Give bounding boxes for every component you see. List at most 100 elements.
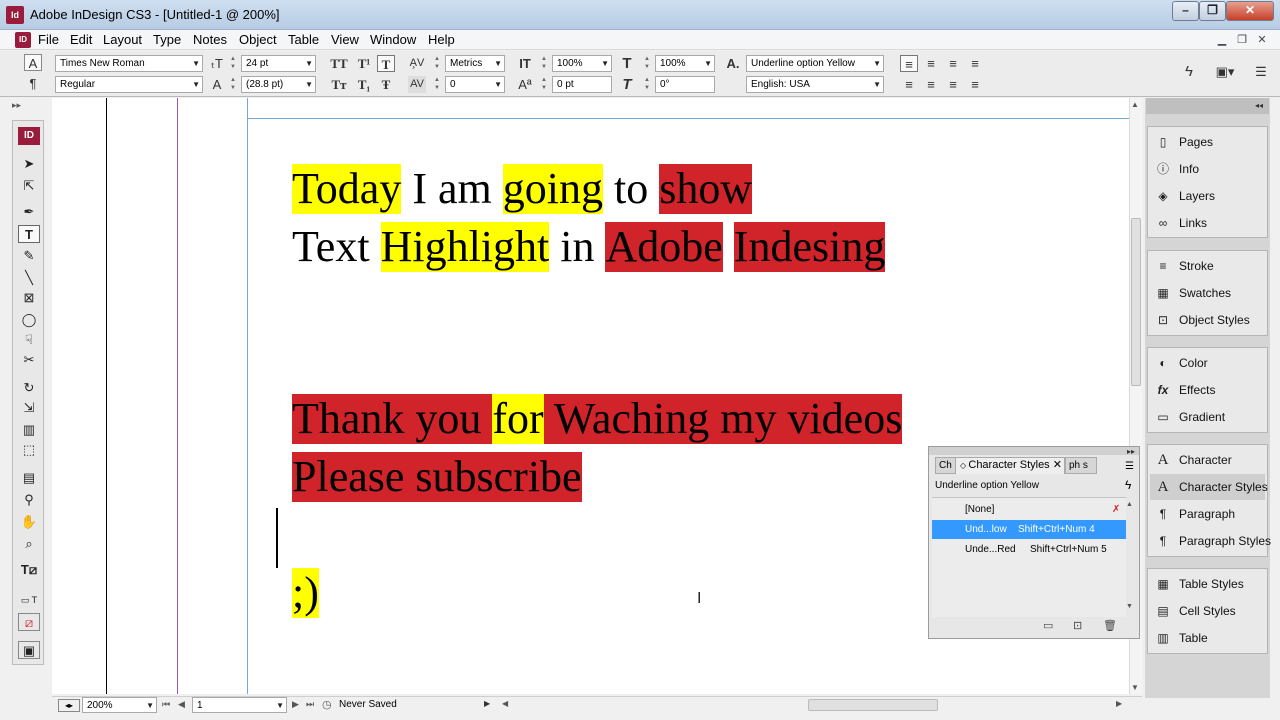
vertical-scale-field[interactable]: 100% ▼ xyxy=(552,55,612,72)
small-caps-icon[interactable]: Tт xyxy=(330,76,348,93)
justify-right-icon[interactable]: ≡ xyxy=(944,76,962,93)
scroll-left-icon[interactable]: ◀ xyxy=(502,699,508,708)
selection-tool-icon[interactable]: ➤ xyxy=(18,155,40,173)
gradient-tool-icon[interactable]: ▥ xyxy=(18,421,40,439)
menu-view[interactable]: View xyxy=(331,32,359,47)
underline-icon[interactable]: T xyxy=(377,55,395,72)
close-icon[interactable]: ✕ xyxy=(1226,1,1274,21)
new-group-icon[interactable]: ▭ xyxy=(1043,619,1053,632)
rotate-tool-icon[interactable]: ↻ xyxy=(18,379,40,397)
align-left-icon[interactable]: ≡ xyxy=(900,55,918,72)
panel-character-styles[interactable]: A Character Styles xyxy=(1150,474,1268,500)
horizontal-scale-field[interactable]: 100% ▼ xyxy=(655,55,715,72)
list-item-selected[interactable]: Und...low Shift+Ctrl+Num 4 xyxy=(932,520,1126,539)
previous-page-icon[interactable]: ◀ xyxy=(178,699,185,710)
doc-restore-icon[interactable]: ❐ xyxy=(1234,33,1250,47)
panel-paragraph[interactable]: ¶ Paragraph xyxy=(1150,501,1265,527)
page-field[interactable]: 1 ▼ xyxy=(192,697,287,713)
justify-all-icon[interactable]: ≡ xyxy=(966,76,984,93)
list-item[interactable]: Unde...Red Shift+Ctrl+Num 5 xyxy=(932,540,1126,559)
all-caps-icon[interactable]: TT xyxy=(330,55,348,72)
type-tool-icon[interactable]: T xyxy=(18,225,40,243)
panel-stroke[interactable]: ≡ Stroke xyxy=(1150,253,1265,279)
superscript-icon[interactable]: T¹ xyxy=(355,55,373,72)
fill-stroke-icon[interactable]: T⧄ xyxy=(18,561,40,579)
font-family-field[interactable]: Times New Roman ▼ xyxy=(55,55,203,72)
panel-table-styles[interactable]: ▦ Table Styles xyxy=(1150,571,1265,597)
line-tool-icon[interactable]: ╲ xyxy=(18,269,40,287)
panel-gradient[interactable]: ▭ Gradient xyxy=(1150,404,1265,430)
list-item-none[interactable]: [None] ✗ xyxy=(932,500,1126,519)
lightning-icon[interactable]: ϟ xyxy=(1125,478,1131,492)
font-size-field[interactable]: 24 pt ▼ xyxy=(241,55,316,72)
panel-paragraph-styles[interactable]: ¶ Paragraph Styles xyxy=(1150,528,1271,554)
scroll-up-icon[interactable]: ▲ xyxy=(1131,100,1139,109)
menu-type[interactable]: Type xyxy=(153,32,181,47)
hand-tool-icon[interactable]: ✋ xyxy=(18,513,40,531)
list-scroll-up-icon[interactable]: ▲ xyxy=(1126,501,1133,508)
menu-edit[interactable]: Edit xyxy=(70,32,92,47)
panel-menu-icon[interactable]: ☰ xyxy=(1252,63,1270,80)
vertical-scale-stepper[interactable]: ▲ ▼ xyxy=(540,55,548,72)
eyedropper-tool-icon[interactable]: ⚲ xyxy=(18,491,40,509)
new-style-icon[interactable]: ⊡ xyxy=(1073,619,1082,632)
minimize-icon[interactable]: – xyxy=(1172,1,1199,21)
panel-pages[interactable]: ▯ Pages xyxy=(1150,129,1265,155)
list-scroll-down-icon[interactable]: ▼ xyxy=(1126,603,1133,610)
first-page-icon[interactable]: ⏮ xyxy=(162,699,170,710)
subscript-icon[interactable]: T₁ xyxy=(355,76,373,93)
expand-tools-icon[interactable]: ▸▸ xyxy=(12,100,21,111)
tab-paragraph-styles[interactable]: ph s xyxy=(1065,457,1097,474)
doc-close-icon[interactable]: ✕ xyxy=(1254,33,1270,47)
tab-character-styles[interactable]: ◇ Character Styles ✕ xyxy=(955,457,1065,474)
menu-table[interactable]: Table xyxy=(288,32,319,47)
leading-field[interactable]: (28.8 pt) ▼ xyxy=(241,76,316,93)
panel-object-styles[interactable]: ⊡ Object Styles xyxy=(1150,307,1265,333)
panel-effects[interactable]: fx Effects xyxy=(1150,377,1265,403)
paragraph-mode-icon[interactable]: ¶ xyxy=(24,75,42,92)
zoom-tool-icon[interactable]: ⌕ xyxy=(18,535,40,553)
skew-field[interactable]: 0° xyxy=(655,76,715,93)
rectangle-frame-icon[interactable]: ⊠ xyxy=(18,289,40,307)
trash-icon[interactable]: 🗑 xyxy=(1103,619,1117,632)
free-transform-icon[interactable]: ⬚ xyxy=(18,441,40,459)
note-tool-icon[interactable]: ▤ xyxy=(18,469,40,487)
horizontal-scroll-thumb[interactable] xyxy=(808,699,938,711)
document-icon[interactable]: ID xyxy=(15,32,31,48)
pasteboard-toggle-icon[interactable]: ◂▸ xyxy=(58,699,80,712)
last-page-icon[interactable]: ⏭ xyxy=(306,699,314,710)
scroll-down-icon[interactable]: ▼ xyxy=(1131,683,1139,692)
character-style-field[interactable]: Underline option Yellow ▼ xyxy=(746,55,884,72)
scissors-tool-icon[interactable]: ✂ xyxy=(18,351,40,369)
bridge-icon[interactable]: ▣▾ xyxy=(1210,63,1240,80)
menu-window[interactable]: Window xyxy=(370,32,416,47)
language-field[interactable]: English: USA ▼ xyxy=(746,76,884,93)
status-menu-icon[interactable]: ▶ xyxy=(484,699,490,708)
panel-menu-icon[interactable]: ☰ xyxy=(1125,461,1134,472)
collapse-panel-icon[interactable]: ▸▸ xyxy=(1127,447,1135,456)
strikethrough-icon[interactable]: Ŧ xyxy=(377,76,395,93)
view-mode-icon[interactable]: ▣ xyxy=(18,641,40,659)
menu-layout[interactable]: Layout xyxy=(103,32,142,47)
baseline-shift-field[interactable]: 0 pt xyxy=(552,76,612,93)
restore-icon[interactable]: ❐ xyxy=(1199,1,1226,21)
scroll-thumb[interactable] xyxy=(1131,218,1141,386)
pencil-tool-icon[interactable]: ✎ xyxy=(18,247,40,265)
font-size-stepper[interactable]: ▲ ▼ xyxy=(229,55,237,72)
close-icon[interactable]: ✕ xyxy=(1050,459,1062,471)
font-style-field[interactable]: Regular ▼ xyxy=(55,76,203,93)
align-center-icon[interactable]: ≡ xyxy=(922,55,940,72)
tracking-field[interactable]: 0 ▼ xyxy=(445,76,505,93)
character-mode-icon[interactable]: A xyxy=(24,54,42,71)
panel-table[interactable]: ▥ Table xyxy=(1150,625,1265,651)
kerning-stepper[interactable]: ▲ ▼ xyxy=(433,55,441,72)
zoom-field[interactable]: 200% ▼ xyxy=(82,697,157,713)
panel-drag-bar[interactable] xyxy=(929,447,1139,455)
apply-none-icon[interactable]: ⧄ xyxy=(18,613,40,631)
panel-swatches[interactable]: ▦ Swatches xyxy=(1150,280,1265,306)
panel-links[interactable]: ∞ Links xyxy=(1150,210,1265,236)
align-right-icon[interactable]: ≡ xyxy=(944,55,962,72)
menu-object[interactable]: Object xyxy=(239,32,277,47)
horizontal-scale-stepper[interactable]: ▲ ▼ xyxy=(643,55,651,72)
direct-selection-icon[interactable]: ⇱ xyxy=(18,177,40,195)
